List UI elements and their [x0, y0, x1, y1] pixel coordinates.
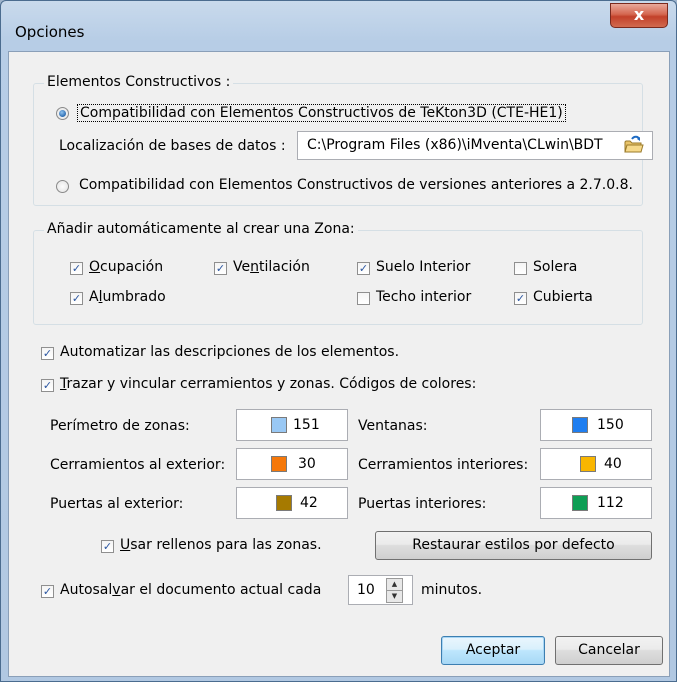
db-path-value: C:\Program Files (x86)\iMventa\CLwin\BDT	[307, 137, 603, 153]
ocupacion-label[interactable]: Ocupación	[89, 259, 163, 275]
close-button[interactable]: x	[610, 3, 668, 28]
ventilacion-checkbox[interactable]: ✓	[214, 262, 227, 275]
zone-legend: Añadir automáticamente al crear una Zona…	[44, 221, 358, 237]
cubierta-checkbox[interactable]: ✓	[514, 292, 527, 305]
zone-group: Añadir automáticamente al crear una Zona…	[33, 221, 643, 325]
ventanas-label: Ventanas:	[358, 418, 428, 434]
perimetro-color-field[interactable]: 151	[236, 409, 348, 441]
title-bar[interactable]: Opciones x	[1, 1, 676, 51]
cubierta-label[interactable]: Cubierta	[533, 289, 593, 305]
solera-checkbox[interactable]	[514, 262, 527, 275]
option1-label[interactable]: Compatibilidad con Elementos Constructiv…	[77, 104, 566, 122]
ventanas-value: 150	[597, 417, 624, 433]
autosave-suffix: minutos.	[421, 582, 483, 598]
ventanas-swatch	[572, 417, 588, 433]
restore-styles-button[interactable]: Restaurar estilos por defecto	[375, 531, 652, 560]
dialog-body: Elementos Constructivos : Compatibilidad…	[8, 51, 670, 677]
autosave-checkbox[interactable]: ✓	[41, 585, 54, 598]
suelo-interior-checkbox[interactable]: ✓	[357, 262, 370, 275]
auto-desc-label[interactable]: Automatizar las descripciones de los ele…	[60, 344, 399, 360]
puertas-ext-swatch	[276, 495, 292, 511]
puertas-ext-value: 42	[300, 495, 318, 511]
alumbrado-checkbox[interactable]: ✓	[70, 292, 83, 305]
puertas-ext-color-field[interactable]: 42	[236, 487, 348, 519]
cerr-int-swatch	[580, 456, 596, 472]
option2-radio[interactable]	[56, 180, 69, 193]
autosave-minutes-value: 10	[357, 582, 375, 598]
perimetro-value: 151	[293, 417, 320, 433]
option2-label[interactable]: Compatibilidad con Elementos Constructiv…	[79, 177, 633, 193]
option1-radio[interactable]	[56, 107, 69, 120]
db-path-field[interactable]: C:\Program Files (x86)\iMventa\CLwin\BDT	[297, 131, 653, 160]
suelo-interior-label[interactable]: Suelo Interior	[376, 259, 470, 275]
fill-label[interactable]: Usar rellenos para las zonas.	[120, 537, 322, 553]
cerr-int-label: Cerramientos interiores:	[358, 457, 529, 473]
cerr-ext-swatch	[271, 456, 287, 472]
spin-down-button[interactable]: ▼	[386, 590, 403, 603]
cancel-button[interactable]: Cancelar	[555, 636, 663, 665]
accept-button[interactable]: Aceptar	[441, 636, 545, 665]
solera-label[interactable]: Solera	[533, 259, 577, 275]
techo-interior-checkbox[interactable]	[357, 292, 370, 305]
puertas-int-color-field[interactable]: 112	[540, 487, 652, 519]
ocupacion-checkbox[interactable]: ✓	[70, 262, 83, 275]
cerr-ext-value: 30	[298, 456, 316, 472]
trazar-label[interactable]: Trazar y vincular cerramientos y zonas. …	[60, 376, 476, 392]
cerr-ext-label: Cerramientos al exterior:	[50, 457, 226, 473]
ventilacion-label[interactable]: Ventilación	[233, 259, 310, 275]
cerr-ext-color-field[interactable]: 30	[236, 448, 348, 480]
auto-desc-checkbox[interactable]: ✓	[41, 347, 54, 360]
cerr-int-color-field[interactable]: 40	[540, 448, 652, 480]
options-dialog: Opciones x Elementos Constructivos : Com…	[0, 0, 677, 682]
puertas-ext-label: Puertas al exterior:	[50, 496, 184, 512]
perimetro-label: Perímetro de zonas:	[50, 418, 190, 434]
puertas-int-swatch	[572, 495, 588, 511]
ventanas-color-field[interactable]: 150	[540, 409, 652, 441]
techo-interior-label[interactable]: Techo interior	[376, 289, 471, 305]
autosave-minutes-spin[interactable]: 10 ▲ ▼	[348, 575, 413, 605]
close-icon: x	[633, 5, 645, 24]
alumbrado-label[interactable]: Alumbrado	[89, 289, 166, 305]
puertas-int-label: Puertas interiores:	[358, 496, 487, 512]
trazar-checkbox[interactable]: ✓	[41, 379, 54, 392]
cerr-int-value: 40	[604, 456, 622, 472]
perimetro-swatch	[271, 417, 287, 433]
window-title: Opciones	[15, 23, 85, 41]
puertas-int-value: 112	[597, 495, 624, 511]
db-location-label: Localización de bases de datos :	[59, 138, 286, 154]
fill-checkbox[interactable]: ✓	[101, 540, 114, 553]
autosave-label[interactable]: Autosalvar el documento actual cada	[60, 582, 321, 598]
open-folder-icon[interactable]	[623, 135, 645, 155]
constructive-legend: Elementos Constructivos :	[44, 74, 234, 90]
